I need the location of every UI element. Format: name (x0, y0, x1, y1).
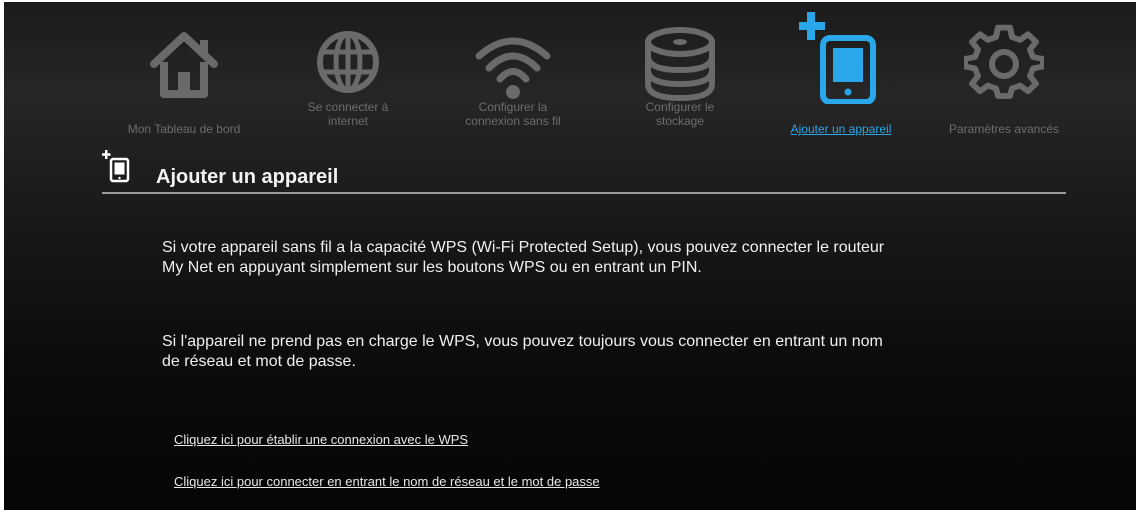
password-connect-link[interactable]: Cliquez ici pour connecter en entrant le… (174, 474, 600, 489)
nav-label-line: stockage (655, 114, 705, 128)
nav-label-dashboard: Mon Tableau de bord (127, 122, 241, 136)
router-admin-page: Mon Tableau de bord Se connecter à inter… (4, 2, 1136, 510)
nav-label-line: Configurer la (478, 100, 548, 114)
nav-label-internet: Se connecter à internet (268, 100, 428, 128)
storage-icon (640, 24, 720, 104)
nav-label-storage: Configurer le stockage (598, 100, 762, 128)
nav-label-advanced-settings: Paramètres avancés (948, 122, 1060, 136)
gear-icon (964, 24, 1044, 104)
main-nav: Mon Tableau de bord Se connecter à inter… (4, 2, 1136, 142)
title-divider (102, 192, 1066, 194)
nav-item-dashboard[interactable]: Mon Tableau de bord (100, 2, 268, 142)
wifi-icon (473, 24, 553, 104)
manual-description: Si l'appareil ne prend pas en charge le … (162, 333, 883, 370)
nav-label-line: internet (327, 114, 369, 128)
nav-label-line: Configurer le (645, 100, 715, 114)
nav-item-advanced-settings[interactable]: Paramètres avancés (922, 2, 1086, 142)
nav-item-internet[interactable]: Se connecter à internet (268, 2, 428, 142)
wps-description: Si votre appareil sans fil a la capacité… (162, 239, 885, 276)
globe-icon (308, 24, 388, 104)
nav-item-add-device[interactable]: Ajouter un appareil (766, 2, 916, 142)
add-device-icon (102, 150, 132, 186)
nav-label-line: Se connecter à (307, 100, 389, 114)
nav-item-wireless[interactable]: Configurer la connexion sans fil (428, 2, 598, 142)
home-icon (144, 24, 224, 104)
nav-label-wireless: Configurer la connexion sans fil (428, 100, 598, 128)
wps-connect-link[interactable]: Cliquez ici pour établir une connexion a… (174, 432, 468, 447)
add-device-icon (799, 12, 889, 104)
nav-label-line: connexion sans fil (465, 114, 561, 128)
page-title: Ajouter un appareil (156, 166, 339, 188)
nav-item-storage[interactable]: Configurer le stockage (598, 2, 762, 142)
nav-label-add-device: Ajouter un appareil (790, 122, 892, 136)
